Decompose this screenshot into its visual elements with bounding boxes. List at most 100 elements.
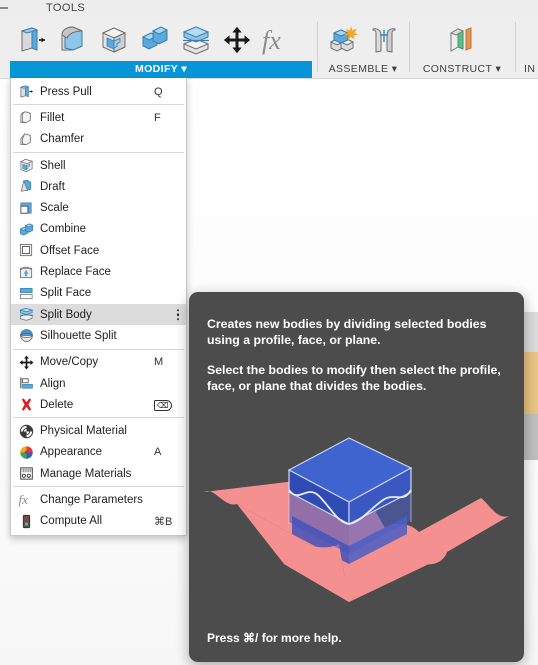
menu-item-split-body[interactable]: Split Body: [11, 303, 186, 326]
modify-tool-icons: fx: [10, 18, 312, 60]
menu-item-label: Offset Face: [40, 244, 100, 257]
panel-divider-1: [317, 22, 318, 72]
modify-dropdown-menu[interactable]: Press Pull Q Fillet F Chamfer Shell Draf…: [10, 78, 187, 536]
menu-item-label: Fillet: [40, 111, 65, 124]
shell-icon[interactable]: [96, 21, 132, 59]
fillet-icon[interactable]: [55, 21, 91, 59]
menu-item-split-face[interactable]: Split Face: [11, 283, 186, 304]
menu-item-appearance[interactable]: Appearance A: [11, 442, 186, 463]
menu-item-shortcut: ⌘B: [154, 515, 173, 528]
combine-icon[interactable]: [137, 21, 173, 59]
menu-item-physical-material[interactable]: Physical Material: [11, 420, 186, 441]
panel-title-inspect[interactable]: IN: [524, 61, 538, 78]
menu-item-label: Appearance: [40, 446, 103, 459]
split-body-icon[interactable]: [178, 21, 214, 59]
fusion-app-window: TOOLS fx MODIFY ▾ ASSEMBLE ▾ CONSTRUCT ▾…: [0, 0, 538, 665]
menu-item-combine[interactable]: Combine: [11, 219, 186, 240]
menu-item-chamfer[interactable]: Chamfer: [11, 129, 186, 150]
move-copy-icon: [18, 354, 34, 370]
tooltip-body: Creates new bodies by dividing selected …: [189, 292, 524, 394]
menu-item-offset-face[interactable]: Offset Face: [11, 240, 186, 261]
menu-separator: [13, 151, 184, 153]
menu-item-replace-face[interactable]: Replace Face: [11, 261, 186, 282]
silhouette-split-icon: [18, 328, 34, 344]
menu-item-label: Change Parameters: [40, 493, 143, 506]
menu-item-manage-materials[interactable]: Manage Materials: [11, 463, 186, 484]
split-body-tooltip: Creates new bodies by dividing selected …: [189, 292, 524, 662]
fillet-icon: [18, 110, 34, 126]
appearance-icon: [18, 444, 34, 460]
menu-item-shell[interactable]: Shell: [11, 155, 186, 176]
menu-item-align[interactable]: Align: [11, 373, 186, 394]
menu-item-label: Press Pull: [40, 85, 92, 98]
change-parameters-icon[interactable]: fx: [260, 21, 296, 59]
menu-item-label: Replace Face: [40, 266, 111, 279]
delete-icon: [18, 397, 34, 413]
menu-item-label: Split Body: [40, 308, 92, 321]
tooltip-footer: Press ⌘/ for more help.: [207, 631, 342, 645]
press-pull-icon[interactable]: [14, 21, 50, 59]
compute-all-icon: [18, 513, 34, 529]
menu-item-label: Scale: [40, 202, 69, 215]
menu-item-shortcut: Q: [154, 85, 163, 98]
panel-title-assemble[interactable]: ASSEMBLE ▾: [322, 61, 404, 78]
manage-materials-icon: [18, 466, 34, 482]
offset-plane-icon[interactable]: [444, 21, 480, 59]
ribbon-panel-construct: CONSTRUCT ▾: [414, 18, 510, 78]
move-copy-icon[interactable]: [219, 21, 255, 59]
chamfer-icon: [18, 131, 34, 147]
menu-item-shortcut: M: [154, 356, 164, 369]
menu-item-fillet[interactable]: Fillet F: [11, 107, 186, 128]
menu-item-draft[interactable]: Draft: [11, 176, 186, 197]
menu-item-delete[interactable]: Delete ⌫: [11, 394, 186, 415]
ribbon-toolbar: TOOLS fx MODIFY ▾ ASSEMBLE ▾ CONSTRUCT ▾…: [0, 0, 538, 79]
ribbon-panels: fx MODIFY ▾ ASSEMBLE ▾ CONSTRUCT ▾ IN: [0, 18, 538, 78]
menu-item-label: Physical Material: [40, 425, 127, 438]
panel-title-modify-label: MODIFY: [134, 63, 179, 75]
split-face-icon: [18, 285, 34, 301]
offset-face-icon: [18, 243, 34, 259]
svg-text:fx: fx: [262, 26, 281, 55]
menu-item-label: Split Face: [40, 287, 92, 300]
split-body-illustration: [189, 412, 524, 607]
menu-separator: [13, 348, 184, 350]
panel-title-modify[interactable]: MODIFY ▾: [10, 61, 312, 78]
panel-title-inspect-label: IN: [524, 63, 536, 75]
joint-icon[interactable]: [366, 21, 402, 59]
menu-item-change-parameters[interactable]: fx Change Parameters: [11, 489, 186, 510]
chevron-down-icon: ▾: [178, 63, 188, 75]
menu-item-press-pull[interactable]: Press Pull Q: [11, 81, 186, 102]
svg-text:fx: fx: [19, 493, 29, 508]
shell-icon: [18, 158, 34, 174]
combine-icon: [18, 221, 34, 237]
menu-item-label: Delete: [40, 398, 74, 411]
ribbon-tab-strip[interactable]: TOOLS: [0, 0, 538, 18]
menu-item-shortcut: F: [154, 111, 161, 124]
menu-separator: [13, 104, 184, 106]
draft-icon: [18, 179, 34, 195]
menu-item-silhouette-split[interactable]: Silhouette Split: [11, 325, 186, 346]
menu-item-label: Silhouette Split: [40, 329, 117, 342]
split-body-icon: [18, 307, 34, 323]
menu-item-label: Manage Materials: [40, 467, 132, 480]
panel-title-construct[interactable]: CONSTRUCT ▾: [414, 61, 510, 78]
menu-item-shortcut: A: [154, 446, 162, 459]
panel-divider-3: [515, 22, 516, 72]
overflow-menu-icon[interactable]: [176, 308, 179, 321]
ribbon-panel-assemble: ASSEMBLE ▾: [322, 18, 404, 78]
menu-item-compute-all[interactable]: Compute All ⌘B: [11, 511, 186, 532]
menu-separator: [13, 417, 184, 419]
menu-item-move-copy[interactable]: Move/Copy M: [11, 352, 186, 373]
tooltip-paragraph-1: Creates new bodies by dividing selected …: [207, 317, 487, 347]
panel-title-construct-label: CONSTRUCT: [422, 63, 493, 75]
assemble-tool-icons: [322, 18, 404, 60]
press-pull-icon: [18, 84, 34, 100]
ribbon-tab-tools[interactable]: TOOLS: [46, 2, 85, 14]
replace-face-icon: [18, 264, 34, 280]
menu-item-scale[interactable]: Scale: [11, 197, 186, 218]
new-component-icon[interactable]: [325, 21, 361, 59]
menu-item-label: Combine: [40, 223, 87, 236]
menu-item-label: Draft: [40, 180, 65, 193]
chevron-down-icon: ▾: [492, 63, 502, 75]
align-icon: [18, 376, 34, 392]
